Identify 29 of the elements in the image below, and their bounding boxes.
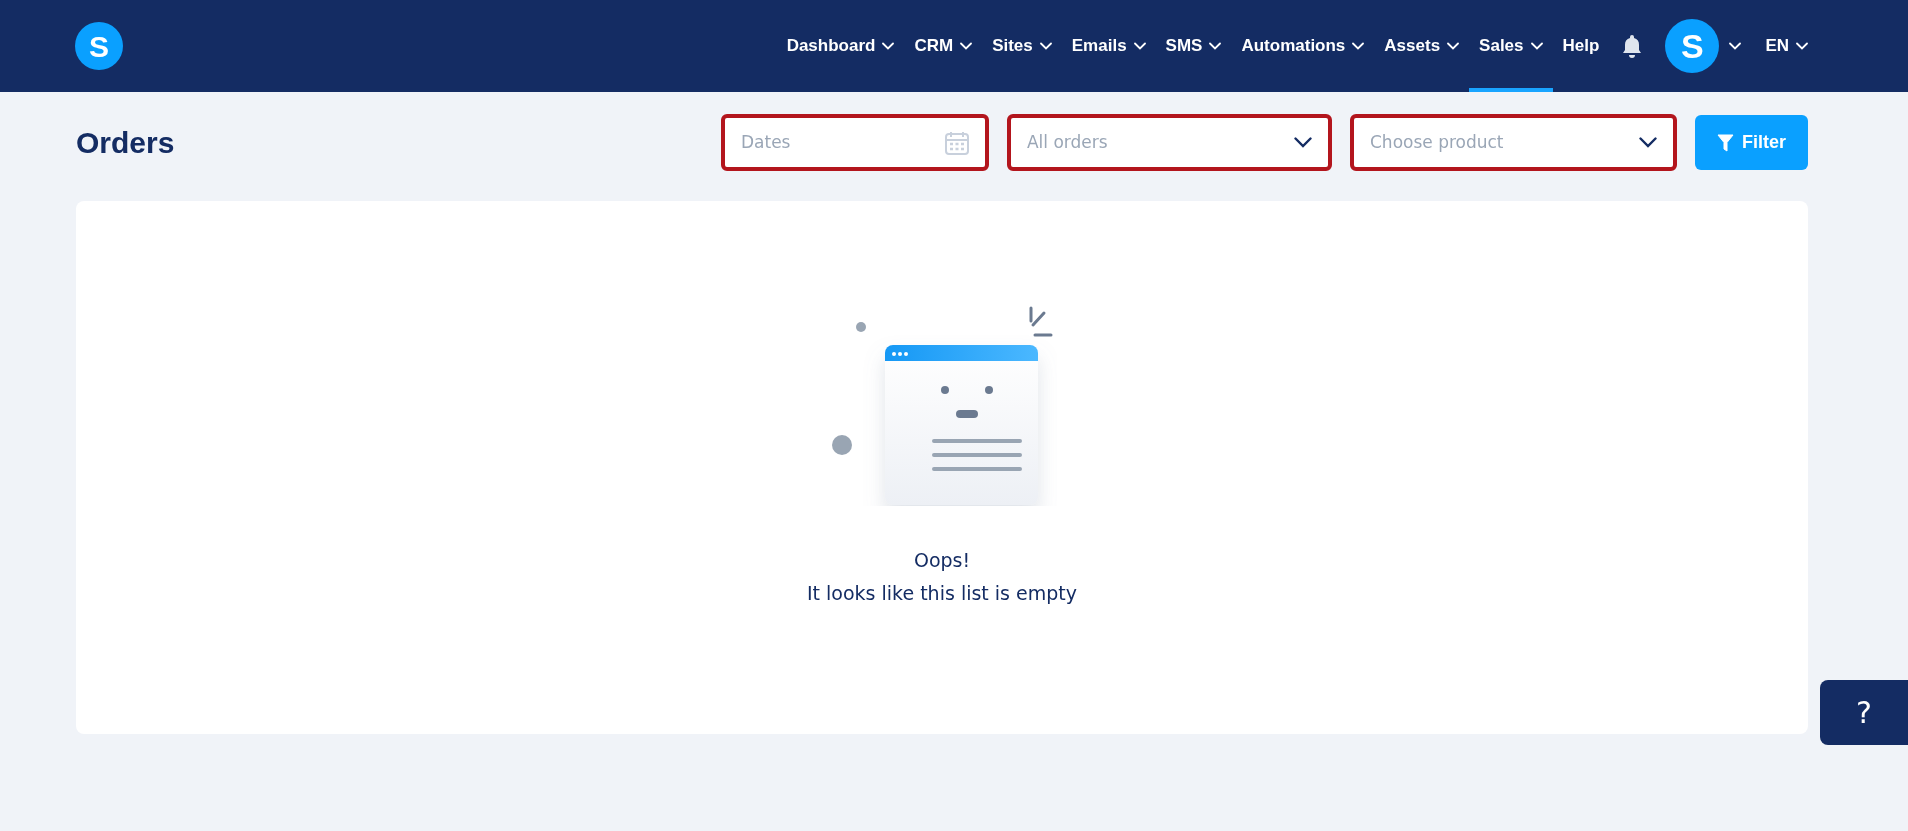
- nav-item[interactable]: Sales: [1469, 0, 1553, 92]
- caret-icon: [1729, 42, 1742, 50]
- empty-title: Oops!: [913, 548, 971, 573]
- chevron-down-icon: [1294, 137, 1312, 148]
- caret-icon: [882, 42, 895, 50]
- nav-item[interactable]: Sites: [982, 0, 1062, 92]
- nav-item[interactable]: SMS: [1155, 0, 1232, 92]
- chevron-down-icon: [1639, 137, 1657, 148]
- caret-icon: [1352, 42, 1365, 50]
- caret-icon: [1209, 42, 1222, 50]
- caret-icon: [1447, 42, 1460, 50]
- nav-item[interactable]: Dashboard: [776, 0, 905, 92]
- bell-icon[interactable]: [1621, 34, 1644, 58]
- caret-icon: [1039, 42, 1052, 50]
- caret-icon: [1530, 42, 1543, 50]
- caret-icon: [960, 42, 973, 50]
- page-title: Orders: [76, 124, 175, 161]
- nav-item[interactable]: Assets: [1374, 0, 1470, 92]
- nav-item[interactable]: Help: [1552, 0, 1610, 92]
- caret-icon: [1133, 42, 1146, 50]
- calendar-icon: [945, 130, 969, 155]
- empty-message: It looks like this list is empty: [807, 580, 1077, 606]
- nav-item[interactable]: Emails: [1061, 0, 1156, 92]
- nav-item[interactable]: CRM: [904, 0, 983, 92]
- filter-icon: [1717, 133, 1734, 152]
- caret-icon: [1796, 42, 1808, 50]
- nav-item[interactable]: Automations: [1231, 0, 1375, 92]
- language-selector[interactable]: EN: [1755, 0, 1818, 92]
- help-button[interactable]: ?: [1820, 680, 1908, 745]
